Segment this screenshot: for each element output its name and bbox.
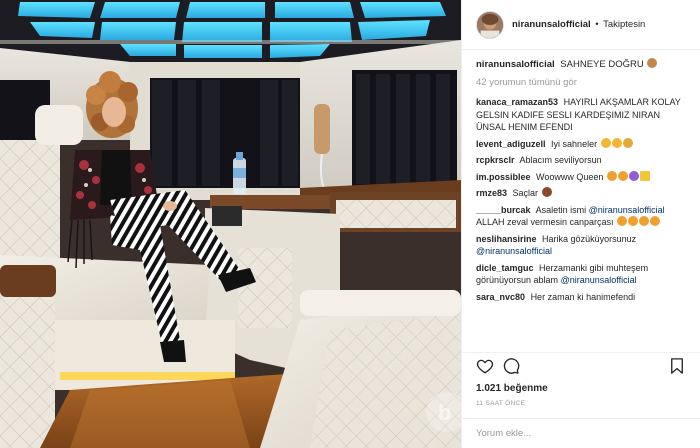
comment-username[interactable]: _____burcak bbox=[476, 205, 531, 215]
comment-username[interactable]: rcpkrsclr bbox=[476, 155, 515, 165]
emoji-icon bbox=[628, 216, 639, 226]
post-header: niranunsalofficial • Takiptesin bbox=[462, 0, 700, 50]
thumbs-up-emoji-icon bbox=[611, 137, 622, 148]
heart-icon[interactable] bbox=[476, 357, 494, 375]
caption-username[interactable]: niranunsalofficial bbox=[476, 59, 555, 70]
comment-username[interactable]: levent_adiguzell bbox=[476, 139, 546, 149]
likes-count[interactable]: 1.021 beğenme bbox=[476, 383, 686, 394]
emoji-icon bbox=[622, 137, 633, 148]
comment-username[interactable]: sara_nvc80 bbox=[476, 292, 525, 302]
avatar-photo-icon bbox=[477, 11, 503, 38]
comment-text: Saçlar bbox=[512, 188, 539, 198]
view-all-comments-link[interactable]: 42 yorumun tümünü gör bbox=[476, 77, 690, 88]
comment-username[interactable]: rmze83 bbox=[476, 188, 507, 198]
comment: rmze83 Saçlar bbox=[476, 187, 690, 200]
header-text: niranunsalofficial • Takiptesin bbox=[512, 19, 645, 30]
thumbs-up-emoji-icon bbox=[600, 137, 611, 148]
comments-list[interactable]: niranunsalofficial SAHNEYE DOĞRU 42 yoru… bbox=[462, 50, 700, 352]
comment-text: Ablacım seviliyorsun bbox=[519, 155, 602, 165]
add-comment-bar bbox=[462, 418, 700, 448]
post-sidebar: niranunsalofficial • Takiptesin niranuns… bbox=[461, 0, 700, 448]
post-photo[interactable]: b bbox=[0, 0, 461, 448]
purple-heart-emoji-icon bbox=[628, 170, 639, 181]
comment-username[interactable]: neslihansirine bbox=[476, 234, 537, 244]
emoji-icon bbox=[639, 216, 650, 226]
comment: im.possiblee Woowww Queen bbox=[476, 170, 690, 184]
limousine-interior-photo: b bbox=[0, 0, 461, 448]
comment-text: Iyi sahneler bbox=[551, 138, 598, 149]
comment: levent_adiguzell Iyi sahneler bbox=[476, 137, 690, 151]
comment-username[interactable]: kanaca_ramazan53 bbox=[476, 97, 558, 107]
post-timestamp: 11 SAAT ÖNCE bbox=[476, 400, 526, 407]
comment-mention[interactable]: @niranunsalofficial bbox=[561, 275, 637, 285]
caption-text: SAHNEYE DOĞRU bbox=[560, 59, 644, 70]
header-separator: • bbox=[595, 19, 599, 30]
add-comment-input[interactable] bbox=[476, 428, 686, 439]
post-actions: 1.021 beğenme 11 SAAT ÖNCE bbox=[462, 352, 700, 407]
comment-username[interactable]: im.possiblee bbox=[476, 172, 531, 182]
emoji-icon bbox=[650, 216, 661, 226]
comment: _____burcak Asaletin ismi @niranunsaloff… bbox=[476, 204, 690, 229]
comment-mention[interactable]: @niranunsalofficial bbox=[476, 246, 552, 256]
header-username[interactable]: niranunsalofficial bbox=[512, 19, 591, 30]
comment-text-continued: ALLAH zeval vermesin canparçası bbox=[476, 217, 614, 227]
comment-username[interactable]: dicle_tamguc bbox=[476, 263, 534, 273]
photo-watermark: b bbox=[438, 400, 451, 425]
comment-text: Harika gözüküyorsunuz bbox=[542, 233, 637, 244]
comment-mention[interactable]: @niranunsalofficial bbox=[589, 205, 665, 215]
comment-text: Woowww Queen bbox=[536, 171, 604, 182]
comment: dicle_tamguc Herzamanki gibi muhteşem gö… bbox=[476, 262, 690, 287]
emoji-icon bbox=[639, 170, 650, 181]
comment: neslihansirine Harika gözüküyorsunuz @ni… bbox=[476, 233, 690, 258]
comment: rcpkrsclr Ablacım seviliyorsun bbox=[476, 154, 690, 167]
person-emoji-icon bbox=[541, 187, 552, 197]
follow-status[interactable]: Takiptesin bbox=[603, 19, 645, 30]
action-icons bbox=[476, 353, 686, 379]
emoji-icon bbox=[647, 58, 658, 68]
comment-text: Her zaman ki hanimefendi bbox=[530, 291, 636, 302]
comment: kanaca_ramazan53 HAYIRLI AKŞAMLAR KOLAY … bbox=[476, 96, 690, 134]
post-caption: niranunsalofficial SAHNEYE DOĞRU bbox=[476, 58, 690, 71]
heart-eyes-emoji-icon bbox=[617, 170, 628, 181]
bookmark-icon[interactable] bbox=[668, 357, 686, 375]
heart-eyes-emoji-icon bbox=[606, 170, 617, 181]
comment-text: Asaletin ismi bbox=[535, 204, 587, 215]
comment: sara_nvc80 Her zaman ki hanimefendi bbox=[476, 291, 690, 304]
instagram-post: b niranunsalofficial • Takiptesin niranu bbox=[0, 0, 700, 448]
emoji-icon bbox=[617, 216, 628, 226]
avatar[interactable] bbox=[476, 10, 504, 39]
comment-icon[interactable] bbox=[502, 357, 520, 375]
